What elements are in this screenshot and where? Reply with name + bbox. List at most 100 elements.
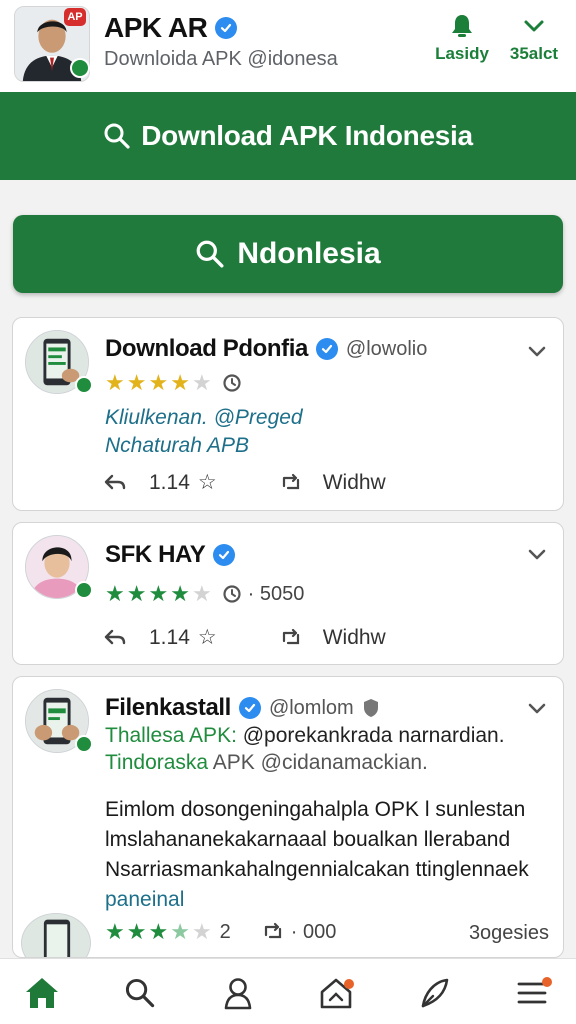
star-outline-icon: ☆: [197, 626, 217, 649]
reply-icon: [104, 474, 126, 489]
profile-icon: [224, 978, 252, 1010]
reply-icon: [104, 629, 126, 644]
body-line: lmslahananekakarnaaal boualkan lleraband: [105, 828, 511, 851]
star-filled-icon: ★: [170, 370, 190, 395]
notification-dot: [344, 979, 354, 989]
star-filled-icon: ★: [126, 581, 147, 606]
star-filled-icon: ★: [170, 581, 190, 606]
star-outline-icon: ☆: [197, 471, 217, 494]
search-button[interactable]: Ndonlesia: [13, 215, 563, 293]
star-half-icon: ★: [170, 919, 190, 944]
phone-app-icon: [27, 914, 87, 957]
shield-icon: [363, 699, 378, 717]
nav-inbox[interactable]: [316, 973, 356, 1013]
star-filled-icon: ★: [148, 370, 169, 395]
repost-meta: · 000: [290, 920, 337, 943]
nav-home[interactable]: [22, 973, 62, 1013]
app-card-line: APK @cidanamackian.: [208, 751, 428, 774]
share-label: Widhw: [322, 470, 386, 494]
app-name: APK AR: [104, 12, 208, 43]
search-icon: [104, 123, 130, 149]
retweet-icon: [264, 922, 281, 939]
verified-badge-icon: [215, 17, 238, 39]
download-banner[interactable]: Download APK Indonesia: [0, 92, 576, 180]
top-bar: AP APK AR Downloida APK @idonesa Lasidy …: [0, 0, 576, 92]
banner-text: Download APK Indonesia: [141, 120, 473, 151]
app-card[interactable]: Download Pdonfia @lowolio ★ ★ ★ ★ ★ Kliu…: [12, 317, 564, 511]
verified-badge-icon: [238, 697, 261, 719]
reply-button[interactable]: 1.14 ☆: [103, 625, 217, 650]
body-line: Nsarriasmankahalngennialcakan ttinglenna…: [105, 858, 529, 881]
notification-action[interactable]: Lasidy: [422, 12, 502, 64]
app-card-handle[interactable]: @lomlom: [269, 697, 354, 720]
rating-count: 2: [219, 920, 231, 943]
body-link[interactable]: paneinal: [105, 885, 545, 915]
app-verified-mark-icon: [70, 58, 90, 78]
app-card-line: @porekankrada narnardian.: [236, 724, 505, 747]
notification-badge: AP: [64, 8, 86, 26]
verified-mark-icon: [75, 376, 93, 394]
search-icon: [196, 240, 224, 268]
body-line: Eimlom dosongeningahalpla OPK l sunlesta…: [105, 798, 526, 821]
star-filled-icon: ★: [148, 581, 169, 606]
app-card-link[interactable]: Thallesa APK:: [105, 724, 237, 747]
verified-badge-icon: [315, 338, 338, 360]
repost-button[interactable]: · 000: [261, 920, 337, 944]
star-filled-icon: ★: [105, 370, 125, 395]
chevron-down-icon: [494, 12, 574, 40]
rating-stars: ★ ★ ★ ★ ★ · 5050: [105, 581, 304, 607]
bottom-navigation: [0, 958, 576, 1024]
nav-search[interactable]: [120, 973, 160, 1013]
select-action[interactable]: 35alct: [494, 12, 574, 64]
app-card-title: SFK HAY: [105, 541, 206, 568]
chevron-down-icon[interactable]: [525, 697, 549, 721]
app-card-link[interactable]: Tindoraska: [105, 751, 208, 774]
home-icon: [26, 978, 58, 1008]
rating-stars: ★ ★ ★ ★ ★: [105, 370, 242, 396]
notification-dot: [542, 977, 552, 987]
star-filled-icon: ★: [126, 370, 147, 395]
rating-stars: ★ ★ ★ ★ ★ 2 · 000: [105, 919, 336, 945]
nav-menu[interactable]: [512, 973, 552, 1013]
chevron-down-icon[interactable]: [525, 340, 549, 364]
chevron-down-icon[interactable]: [525, 543, 549, 567]
app-subtitle: Downloida APK @idonesa: [104, 48, 338, 70]
nav-profile[interactable]: [218, 973, 258, 1013]
retweet-icon: [282, 473, 299, 489]
star-filled-icon: ★: [126, 919, 147, 944]
share-button[interactable]: Widhw: [279, 626, 386, 650]
nav-compose[interactable]: [414, 973, 454, 1013]
app-card[interactable]: SFK HAY ★ ★ ★ ★ ★ · 5050 1.14 ☆ Widhw: [12, 522, 564, 665]
search-icon: [125, 978, 155, 1008]
star-filled-icon: ★: [148, 919, 169, 944]
bell-icon: [422, 12, 502, 40]
app-card-title: Download Pdonfia: [105, 335, 308, 362]
star-empty-icon: ★: [191, 370, 212, 395]
star-filled-icon: ★: [105, 581, 125, 606]
app-card[interactable]: Filenkastall @lomlom Thallesa APK: @pore…: [12, 676, 564, 958]
star-empty-icon: ★: [191, 919, 212, 944]
reply-count: 1.14: [149, 470, 190, 494]
app-card-line[interactable]: Nchaturah APB: [105, 434, 249, 458]
search-button-label: Ndonlesia: [237, 237, 381, 270]
notification-action-label: Lasidy: [435, 44, 489, 63]
app-card-line[interactable]: Kliulkenan. @Preged: [105, 406, 303, 430]
verified-badge-icon: [213, 544, 236, 566]
verified-mark-icon: [75, 581, 93, 599]
app-card-body: Eimlom dosongeningahalpla OPK l sunlesta…: [105, 795, 545, 915]
app-card-meta: · 5050: [247, 582, 305, 605]
star-filled-icon: ★: [105, 919, 125, 944]
reply-button[interactable]: 1.14 ☆: [103, 470, 217, 495]
share-button[interactable]: Widhw: [279, 471, 386, 495]
reply-count: 1.14: [149, 625, 190, 649]
secondary-avatar: [21, 913, 91, 957]
star-empty-icon: ★: [191, 581, 212, 606]
select-action-label: 35alct: [509, 44, 559, 63]
share-label: Widhw: [322, 625, 386, 649]
app-card-handle[interactable]: @lowolio: [346, 338, 427, 361]
clock-icon: [223, 374, 241, 392]
clock-icon: [223, 585, 241, 603]
app-card-right-meta: 3ogesies: [468, 922, 549, 944]
app-card-title: Filenkastall: [105, 694, 231, 721]
verified-mark-icon: [75, 735, 93, 753]
